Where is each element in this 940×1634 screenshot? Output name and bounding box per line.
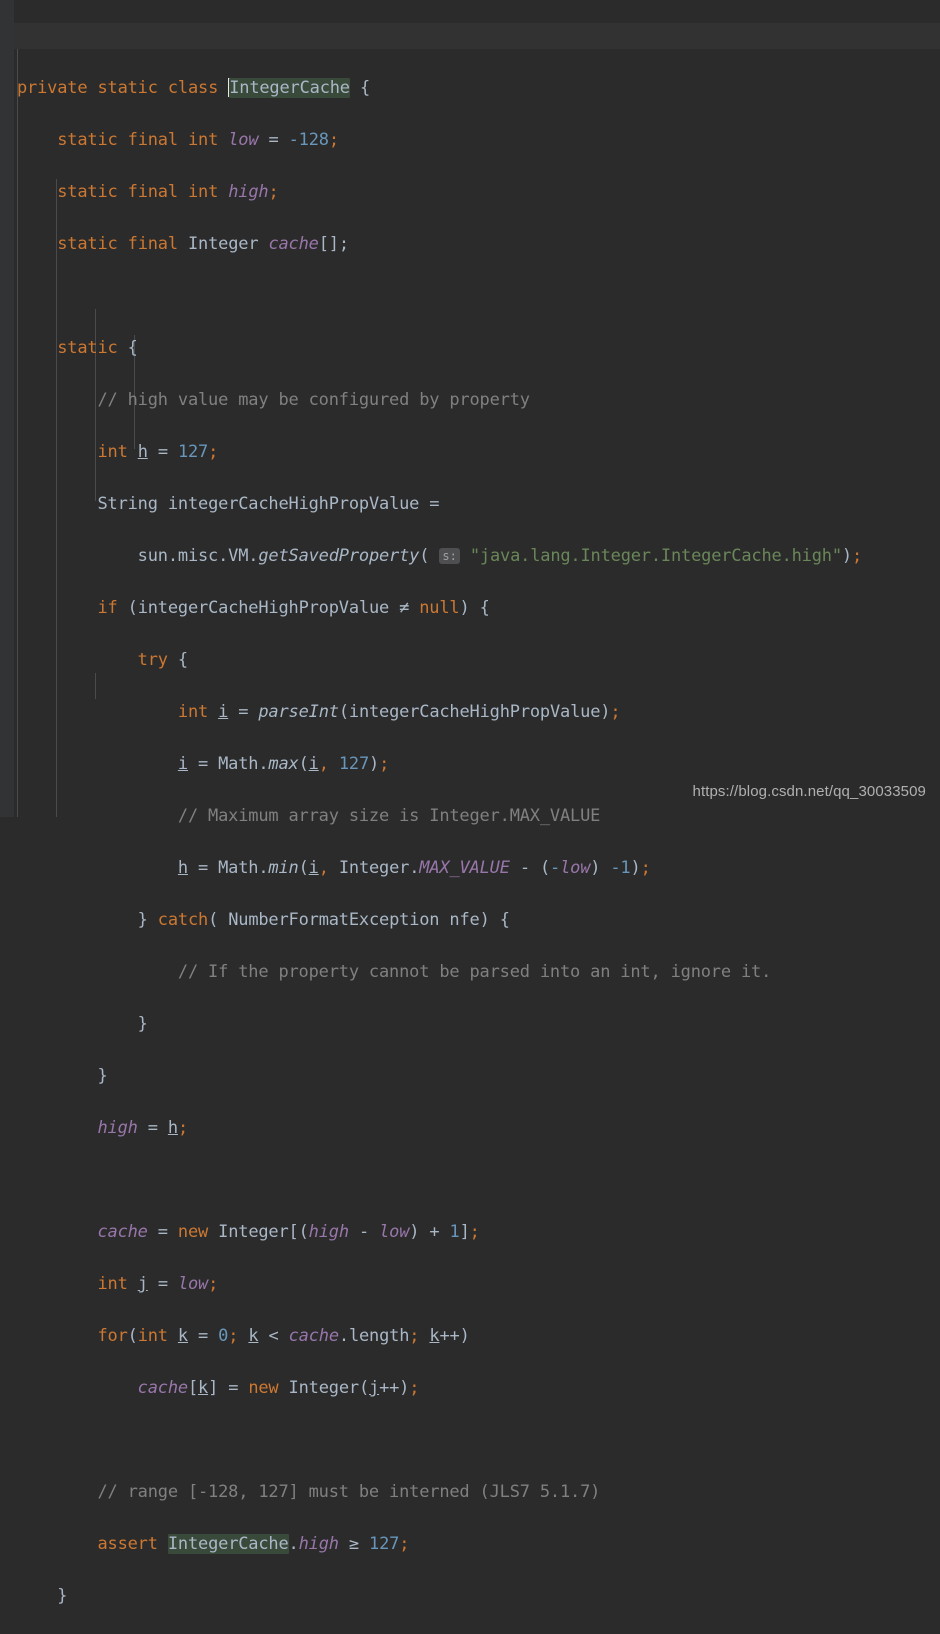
code-line[interactable]: int j = low; <box>0 1271 862 1297</box>
code-line[interactable]: int i = parseInt(integerCacheHighPropVal… <box>0 699 862 725</box>
code-line[interactable]: static final int low = -128; <box>0 127 862 153</box>
code-line[interactable]: assert IntegerCache.high ≥ 127; <box>0 1531 862 1557</box>
parameter-hint-chip: s: <box>439 548 460 564</box>
code-line[interactable]: cache = new Integer[(high - low) + 1]; <box>0 1219 862 1245</box>
code-line[interactable]: } <box>0 1011 862 1037</box>
code-line[interactable]: static { <box>0 335 862 361</box>
code-line[interactable]: sun.misc.VM.getSavedProperty( s: "java.l… <box>0 543 863 569</box>
code-line[interactable]: int h = 127; <box>0 439 862 465</box>
code-line[interactable]: // If the property cannot be parsed into… <box>0 959 862 985</box>
source-code[interactable]: private static class IntegerCache { stat… <box>0 0 862 1634</box>
code-line[interactable]: // Maximum array size is Integer.MAX_VAL… <box>0 803 862 829</box>
code-line[interactable]: private static class IntegerCache { <box>0 75 862 101</box>
code-line[interactable]: String integerCacheHighPropValue = <box>0 491 862 517</box>
code-line[interactable]: static final Integer cache[]; <box>0 231 862 257</box>
code-line[interactable]: static final int high; <box>0 179 862 205</box>
watermark-url: https://blog.csdn.net/qq_30033509 <box>692 783 926 800</box>
code-line[interactable]: } <box>0 1063 862 1089</box>
code-line[interactable]: i = Math.max(i, 127); <box>0 751 862 777</box>
code-line[interactable]: cache[k] = new Integer(j++); <box>0 1375 862 1401</box>
code-line[interactable]: try { <box>0 647 862 673</box>
code-line[interactable]: } <box>0 1583 862 1609</box>
code-line[interactable]: } catch( NumberFormatException nfe) { <box>0 907 862 933</box>
highlighted-identifier[interactable]: IntegerCache <box>229 78 350 98</box>
code-line[interactable] <box>0 1427 862 1453</box>
code-line[interactable]: high = h; <box>0 1115 862 1141</box>
code-line[interactable]: // range [-128, 127] must be interned (J… <box>0 1479 862 1505</box>
code-line[interactable]: h = Math.min(i, Integer.MAX_VALUE - (-lo… <box>0 855 862 881</box>
highlighted-identifier[interactable]: IntegerCache <box>167 1534 289 1554</box>
code-line[interactable]: for(int k = 0; k < cache.length; k++) <box>0 1323 862 1349</box>
code-editor[interactable]: private static class IntegerCache { stat… <box>0 0 940 1606</box>
code-line[interactable]: if (integerCacheHighPropValue ≠ null) { <box>0 595 862 621</box>
code-line[interactable] <box>0 1167 862 1193</box>
code-line[interactable]: // high value may be configured by prope… <box>0 387 862 413</box>
code-line[interactable] <box>0 283 862 309</box>
